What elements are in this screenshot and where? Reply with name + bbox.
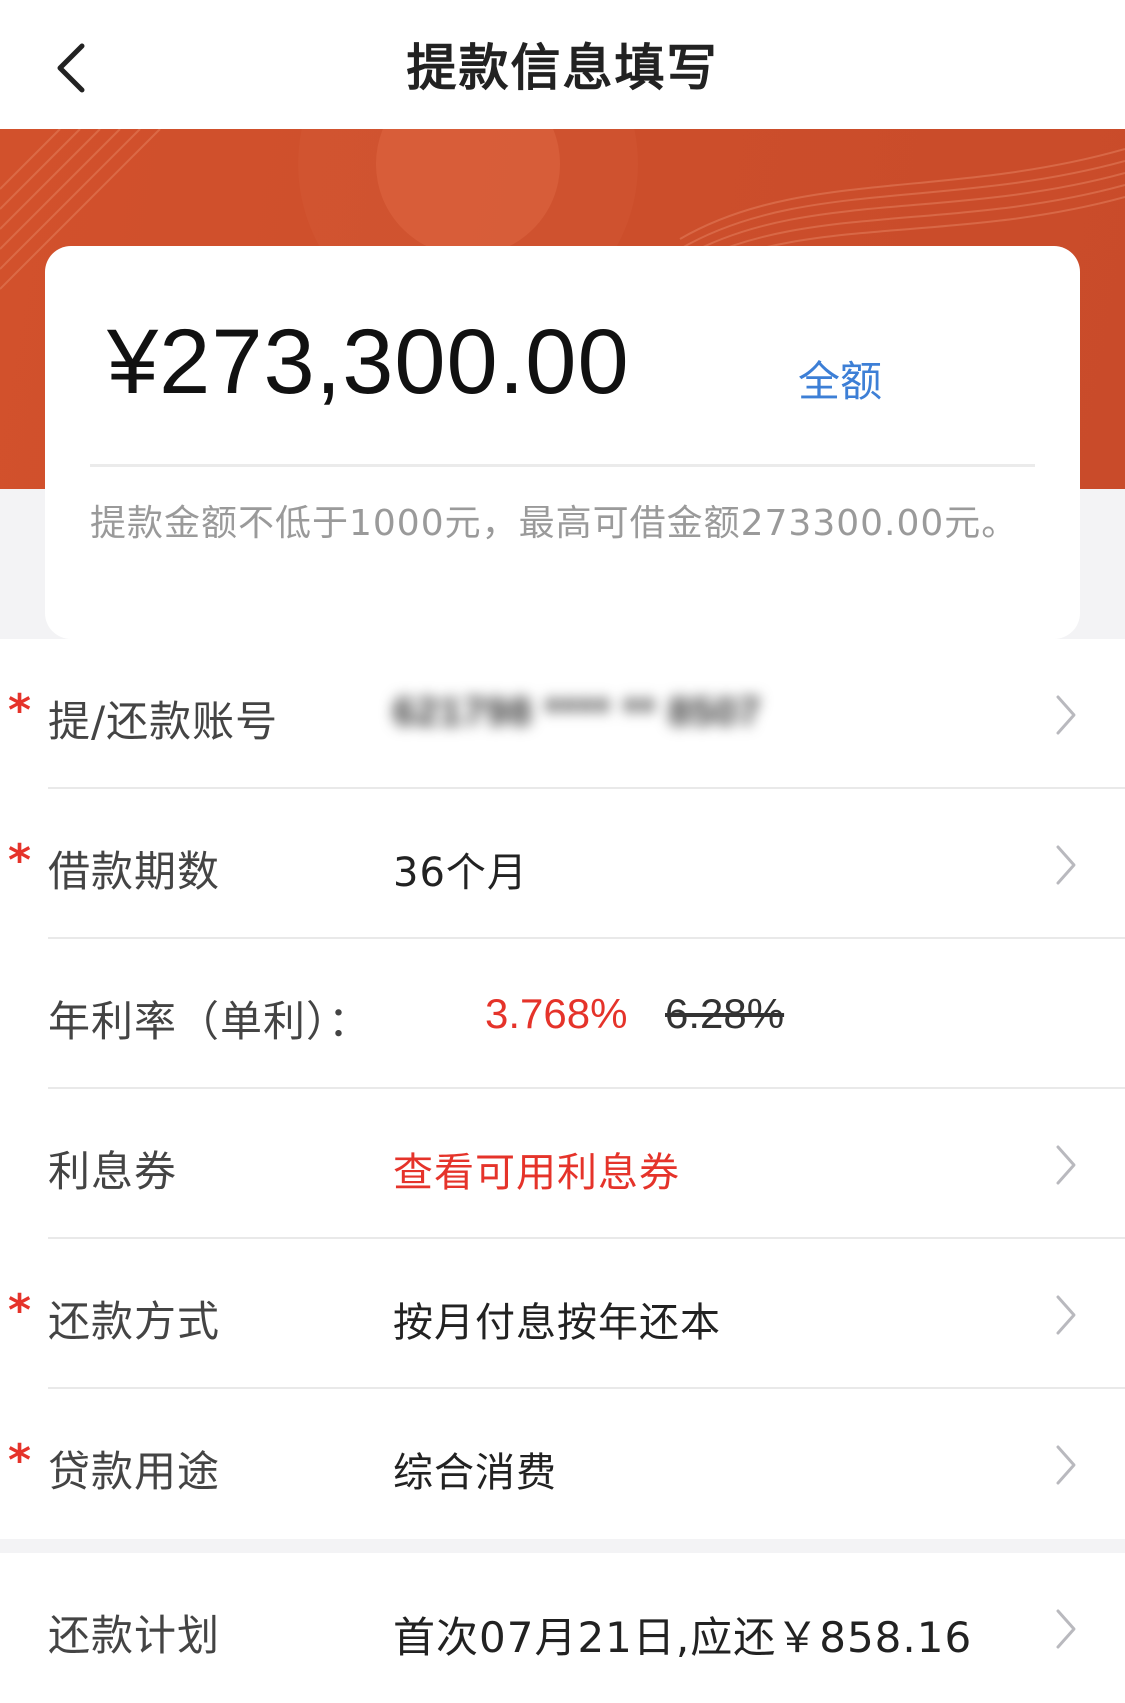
full-amount-button[interactable]: 全额	[798, 348, 882, 409]
section-separator	[0, 1539, 1125, 1553]
method-value: 按月付息按年还本	[393, 1300, 721, 1346]
form-list: * 提/还款账号 621798 **** ** 8507 * 借款期数 36个月…	[0, 639, 1125, 1703]
method-row[interactable]: * 还款方式 按月付息按年还本	[0, 1239, 1125, 1389]
term-row[interactable]: * 借款期数 36个月	[0, 789, 1125, 939]
coupon-label: 利息券	[48, 1147, 178, 1196]
chevron-right-icon	[1056, 1445, 1076, 1485]
amount-card: ¥273,300.00 全额 提款金额不低于1000元，最高可借金额273300…	[45, 246, 1080, 639]
chevron-right-icon	[1056, 1295, 1076, 1335]
nav-bar: 提款信息填写	[0, 0, 1125, 129]
purpose-label: 贷款用途	[48, 1447, 221, 1496]
term-label: 借款期数	[48, 847, 221, 896]
required-mark: *	[8, 685, 32, 736]
rate-original: 6.28%	[665, 990, 785, 1037]
coupon-row[interactable]: 利息券 查看可用利息券	[0, 1089, 1125, 1239]
plan-value: 首次07月21日,应还￥858.16	[393, 1613, 973, 1662]
required-mark: *	[8, 1435, 32, 1486]
purpose-row[interactable]: * 贷款用途 综合消费	[0, 1389, 1125, 1539]
chevron-right-icon	[1056, 695, 1076, 735]
chevron-right-icon	[1056, 1609, 1076, 1649]
account-row[interactable]: * 提/还款账号 621798 **** ** 8507	[0, 639, 1125, 789]
amount-hint: 提款金额不低于1000元，最高可借金额273300.00元。	[90, 503, 1019, 544]
page-title: 提款信息填写	[406, 39, 719, 97]
chevron-right-icon	[1056, 845, 1076, 885]
amount-input[interactable]: ¥273,300.00	[107, 316, 630, 408]
divider	[90, 464, 1035, 467]
required-mark: *	[8, 835, 32, 886]
method-label: 还款方式	[48, 1297, 221, 1346]
purpose-value: 综合消费	[393, 1450, 557, 1496]
account-value: 621798 **** ** 8507	[393, 690, 762, 734]
account-label: 提/还款账号	[48, 697, 279, 746]
coupon-link[interactable]: 查看可用利息券	[393, 1140, 680, 1198]
rate-discounted: 3.768%	[485, 990, 628, 1037]
plan-label: 还款计划	[48, 1611, 221, 1660]
rate-label: 年利率（单利）：	[48, 997, 372, 1046]
term-value: 36个月	[393, 850, 528, 896]
plan-row[interactable]: 还款计划 首次07月21日,应还￥858.16	[0, 1553, 1125, 1703]
chevron-right-icon	[1056, 1145, 1076, 1185]
required-mark: *	[8, 1285, 32, 1336]
rate-row: 年利率（单利）： 3.768% 6.28%	[0, 939, 1125, 1089]
